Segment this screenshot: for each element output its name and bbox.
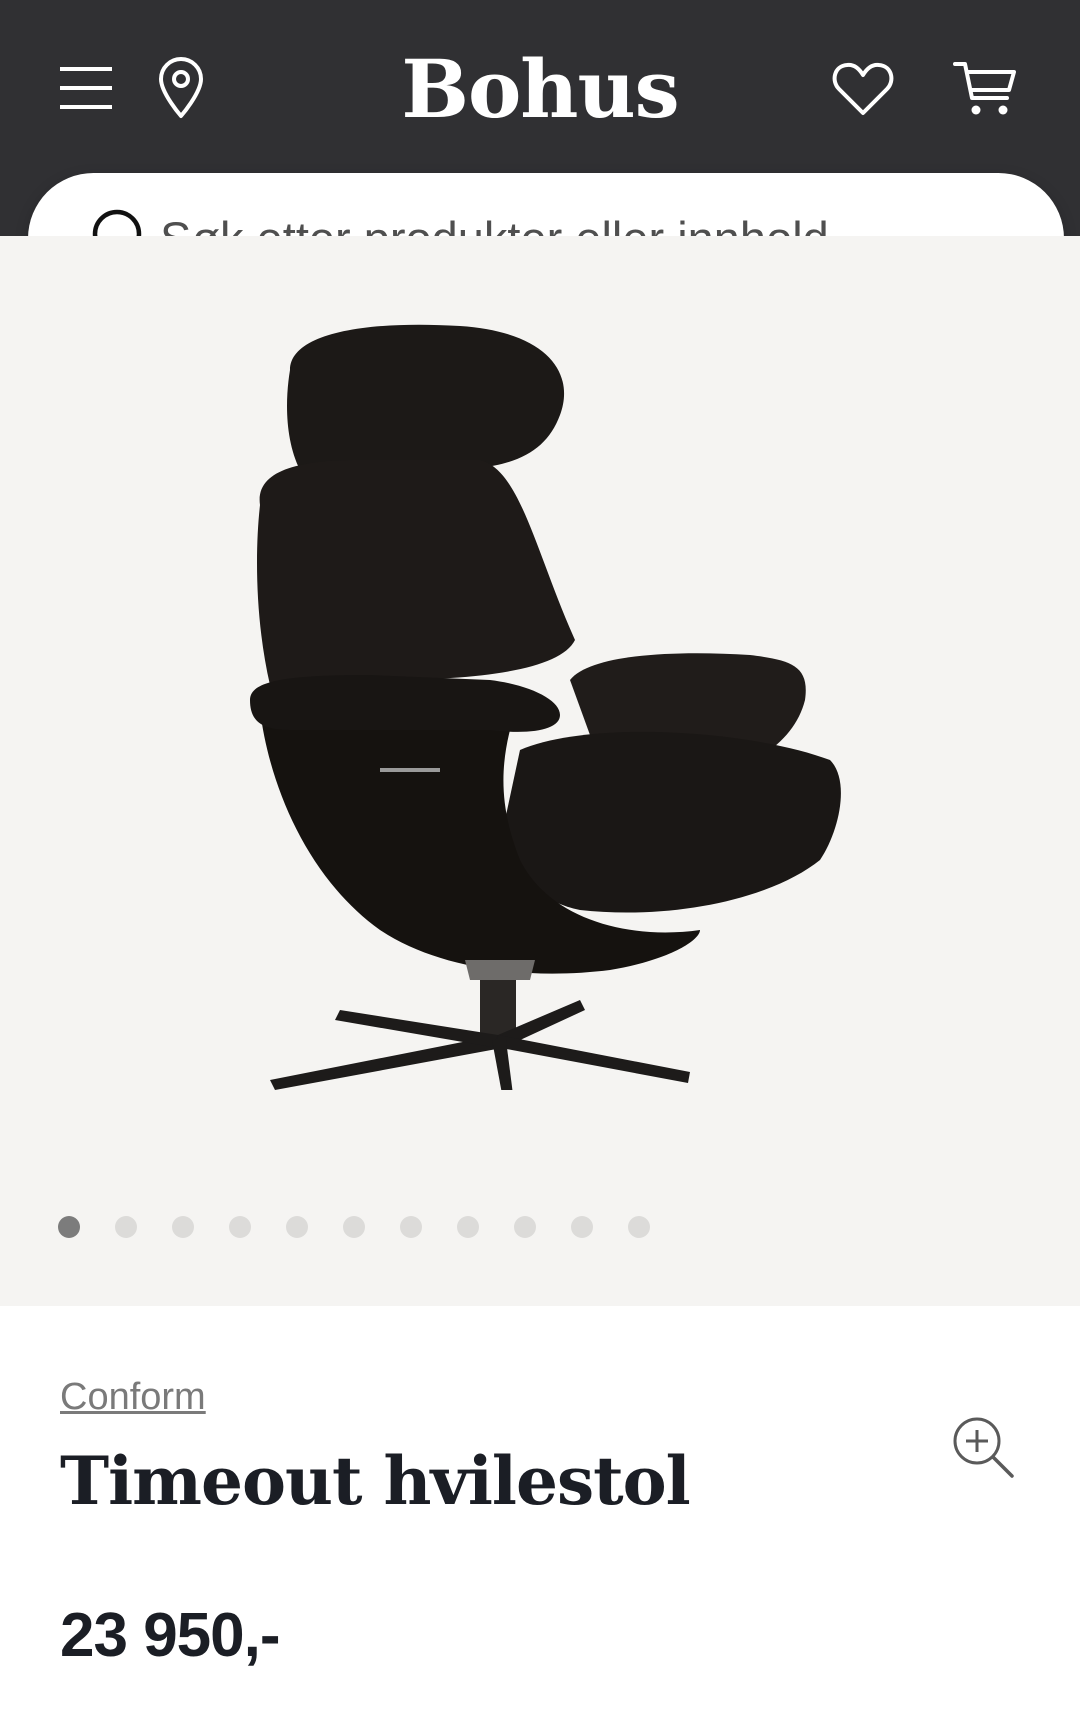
gallery-dot[interactable] [400,1216,422,1238]
product-image [250,324,841,1090]
menu-button[interactable] [54,56,118,120]
zoom-button[interactable] [950,1414,1016,1480]
gallery-dot[interactable] [457,1216,479,1238]
wishlist-button[interactable] [828,54,898,124]
product-title: Timeout hvilestol [60,1442,691,1520]
map-pin-icon [159,57,203,118]
gallery-dot[interactable] [343,1216,365,1238]
gallery-dot[interactable] [628,1216,650,1238]
brand-link[interactable]: Conform [60,1376,206,1419]
gallery-dot[interactable] [115,1216,137,1238]
site-logo[interactable]: Bohus [390,34,690,144]
gallery-dot[interactable] [514,1216,536,1238]
hamburger-menu-icon [60,67,112,109]
gallery-pagination [58,1216,650,1238]
zoom-in-icon [953,1417,1014,1478]
gallery-dot[interactable] [172,1216,194,1238]
store-locator-button[interactable] [146,52,216,124]
product-image-gallery[interactable] [0,236,1080,1478]
heart-icon [832,62,894,115]
cart-button[interactable] [948,52,1022,126]
gallery-dot[interactable] [58,1216,80,1238]
shopping-cart-icon [953,62,1016,115]
gallery-dot[interactable] [571,1216,593,1238]
gallery-dot[interactable] [286,1216,308,1238]
product-price: 23 950,- [60,1601,281,1670]
gallery-dot[interactable] [229,1216,251,1238]
